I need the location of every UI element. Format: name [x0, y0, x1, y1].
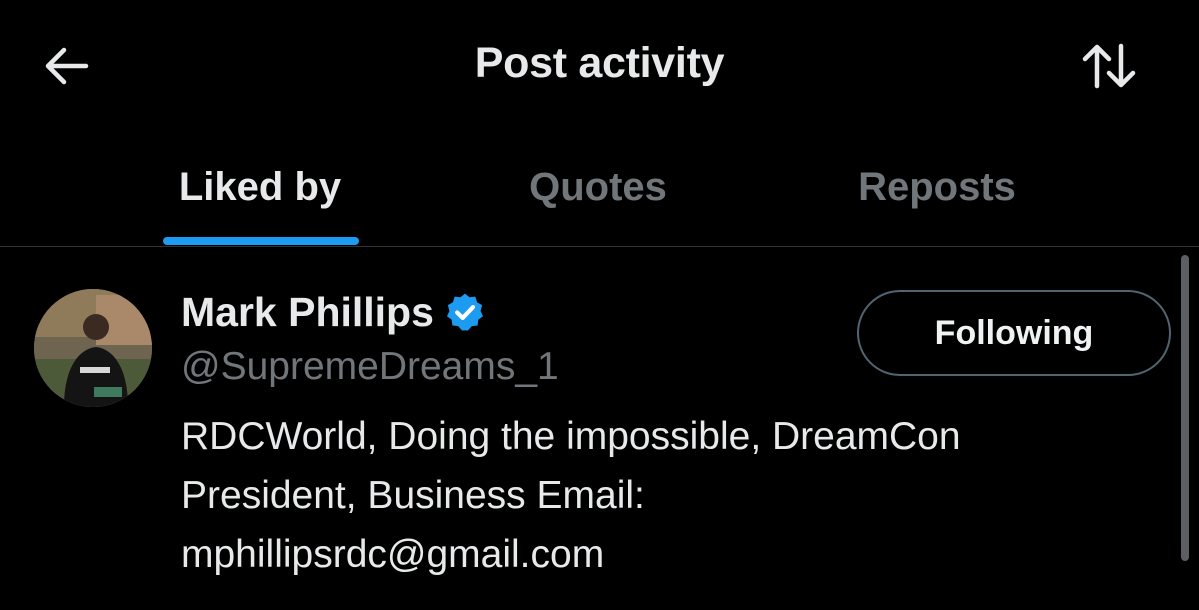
user-list-item[interactable]: Mark Phillips @SupremeDreams_1 Following…: [0, 247, 1199, 610]
sort-arrows-icon: [1082, 43, 1136, 89]
following-button[interactable]: Following: [857, 290, 1171, 376]
avatar-photo: [34, 289, 152, 407]
active-tab-indicator: [163, 237, 359, 245]
page-title: Post activity: [474, 39, 725, 87]
user-handle: @SupremeDreams_1: [181, 345, 559, 388]
bio-email-link[interactable]: mphillipsrdc@gmail.com: [181, 525, 1141, 584]
sort-button[interactable]: [1078, 36, 1140, 96]
activity-tabs: Liked by Quotes Reposts: [0, 125, 1199, 247]
scrollbar[interactable]: [1181, 255, 1189, 561]
user-display-name[interactable]: Mark Phillips: [181, 285, 434, 339]
user-name-line: Mark Phillips: [181, 285, 486, 339]
tab-quotes[interactable]: Quotes: [498, 125, 698, 247]
tab-reposts[interactable]: Reposts: [826, 125, 1048, 247]
verified-badge-icon: [446, 293, 483, 331]
user-bio: RDCWorld, Doing the impossible, DreamCon…: [181, 407, 1141, 584]
tab-label: Liked by: [178, 165, 342, 209]
bio-line: RDCWorld, Doing the impossible, DreamCon: [181, 415, 961, 458]
top-bar: Post activity: [0, 0, 1199, 125]
avatar[interactable]: [34, 289, 152, 407]
tab-liked-by[interactable]: Liked by: [160, 125, 360, 247]
bio-line: President, Business Email:: [181, 474, 645, 517]
tab-label: Quotes: [529, 165, 667, 209]
tab-label: Reposts: [858, 165, 1016, 209]
